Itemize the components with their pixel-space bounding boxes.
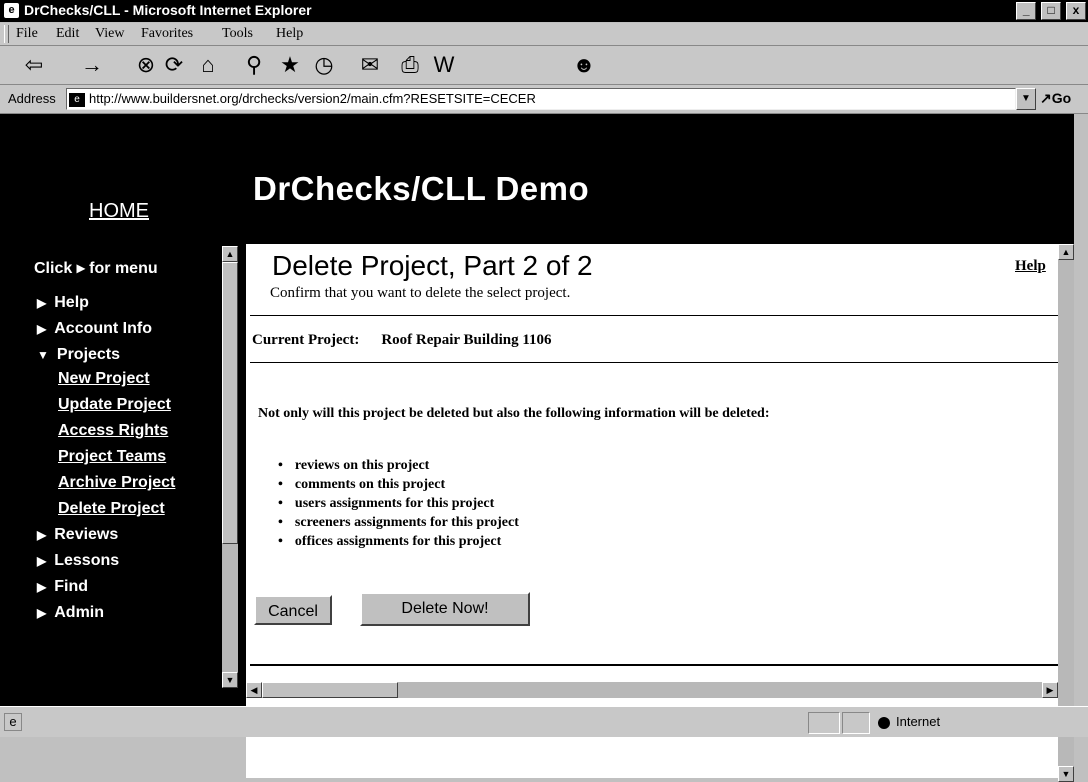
page-status-icon: e: [4, 713, 22, 731]
refresh-icon[interactable]: ⟳: [160, 52, 188, 78]
delete-now-button[interactable]: Delete Now!: [360, 592, 530, 626]
sidebar-item-admin[interactable]: ▶ Admin: [37, 604, 104, 622]
scroll-up-icon[interactable]: ▲: [222, 246, 238, 262]
list-item: comments on this project: [278, 477, 519, 496]
toolbar: ⇦ → ⊗ ⟳ ⌂ ⚲ ★ ◷ ✉ ⎙ W ☻: [0, 46, 1088, 85]
close-button[interactable]: x: [1066, 2, 1086, 20]
menu-edit[interactable]: Edit: [56, 26, 79, 42]
edit-icon[interactable]: W: [430, 52, 458, 78]
address-input[interactable]: e http://www.buildersnet.org/drchecks/ver…: [66, 88, 1016, 110]
status-bar: e Internet: [0, 706, 1088, 737]
mail-icon[interactable]: ✉: [356, 52, 384, 78]
delete-warning: Not only will this project be deleted bu…: [258, 406, 770, 421]
sidebar-scrollbar[interactable]: ▲ ▼: [222, 246, 238, 688]
sidebar-sub-new-project[interactable]: New Project: [58, 370, 150, 388]
menu-view[interactable]: View: [95, 26, 124, 42]
menu-tools[interactable]: Tools: [222, 26, 253, 42]
divider: [250, 362, 1058, 363]
address-bar: Address e http://www.buildersnet.org/drch…: [0, 85, 1088, 114]
cancel-button[interactable]: Cancel: [254, 595, 332, 625]
triangle-right-icon: ▶: [37, 528, 47, 542]
triangle-right-icon: ▶: [37, 322, 47, 336]
help-link[interactable]: Help: [1015, 258, 1046, 275]
sidebar-sub-project-teams[interactable]: Project Teams: [58, 448, 166, 466]
horizontal-scrollbar[interactable]: ◀ ▶: [246, 682, 1058, 698]
menu-favorites[interactable]: Favorites: [141, 26, 193, 42]
page-icon: e: [69, 92, 85, 107]
messenger-icon[interactable]: ☻: [570, 52, 598, 78]
address-dropdown-button[interactable]: ▼: [1016, 88, 1036, 110]
content-scrollbar[interactable]: ▲ ▼: [1058, 244, 1074, 782]
ie-logo-icon: e: [4, 3, 19, 18]
address-url: http://www.buildersnet.org/drchecks/vers…: [89, 91, 536, 106]
sidebar-menu: Click ▸ for menu ▶ Help ▶ Account Info ▼ Pr…: [0, 252, 222, 692]
list-item: reviews on this project: [278, 458, 519, 477]
horizontal-scroll-thumb[interactable]: [262, 682, 398, 698]
forward-icon[interactable]: →: [78, 52, 106, 78]
page-subtitle: Confirm that you want to delete the sele…: [270, 285, 571, 301]
divider: [250, 664, 1058, 666]
maximize-button[interactable]: □: [1041, 2, 1062, 20]
zone-label: Internet: [896, 714, 941, 729]
deleted-items-list: reviews on this project comments on this…: [278, 458, 519, 553]
current-project-label: Current Project:: [252, 332, 360, 348]
scroll-right-icon[interactable]: ▶: [1042, 682, 1058, 698]
sidebar-hint: Click ▸ for menu: [34, 260, 158, 277]
page-title: Delete Project, Part 2 of 2: [272, 250, 593, 281]
triangle-right-icon: ▶: [37, 606, 47, 620]
menu-file[interactable]: File: [16, 26, 38, 42]
sidebar-item-help[interactable]: ▶ Help: [37, 294, 89, 312]
divider: [250, 315, 1058, 316]
triangle-right-icon: ▶: [37, 296, 47, 310]
scroll-down-icon[interactable]: ▼: [222, 672, 238, 688]
menu-grip: [4, 25, 9, 43]
stop-icon[interactable]: ⊗: [132, 52, 160, 78]
window-title: DrChecks/CLL - Microsoft Internet Explor…: [24, 2, 312, 18]
window-controls: _ □ x: [1015, 2, 1086, 20]
search-icon[interactable]: ⚲: [240, 52, 268, 78]
address-label: Address: [8, 91, 56, 106]
sidebar-sub-archive-project[interactable]: Archive Project: [58, 474, 175, 492]
sidebar-item-projects[interactable]: ▼ Projects: [37, 346, 120, 364]
status-pane: [842, 712, 870, 734]
current-project: Current Project: Roof Repair Building 110…: [252, 332, 552, 349]
list-item: offices assignments for this project: [278, 534, 519, 553]
go-button[interactable]: ↗Go: [1040, 90, 1071, 107]
sidebar-item-account-info[interactable]: ▶ Account Info: [37, 320, 152, 338]
list-item: screeners assignments for this project: [278, 515, 519, 534]
sidebar-sub-update-project[interactable]: Update Project: [58, 396, 171, 414]
sidebar-scroll-thumb[interactable]: [222, 262, 238, 544]
triangle-right-icon: ▶: [37, 554, 47, 568]
sidebar-sub-delete-project[interactable]: Delete Project: [58, 500, 165, 518]
home-link[interactable]: HOME: [89, 200, 149, 223]
home-icon[interactable]: ⌂: [194, 52, 222, 78]
menu-help[interactable]: Help: [276, 26, 303, 42]
current-project-value: Roof Repair Building 1106: [381, 332, 552, 348]
scroll-up-icon[interactable]: ▲: [1058, 244, 1074, 260]
menu-bar: File Edit View Favorites Tools Help: [0, 23, 1088, 46]
back-icon[interactable]: ⇦: [20, 52, 48, 78]
globe-icon: [878, 716, 890, 729]
sidebar-item-find[interactable]: ▶ Find: [37, 578, 88, 596]
list-item: users assignments for this project: [278, 496, 519, 515]
favorites-icon[interactable]: ★: [276, 52, 304, 78]
site-brand-title: DrChecks/CLL Demo: [253, 170, 590, 207]
sidebar-item-reviews[interactable]: ▶ Reviews: [37, 526, 118, 544]
window-title-bar: e DrChecks/CLL - Microsoft Internet Expl…: [0, 0, 1088, 22]
triangle-down-icon: ▼: [37, 348, 49, 362]
minimize-button[interactable]: _: [1016, 2, 1037, 20]
triangle-right-icon: ▶: [37, 580, 47, 594]
scroll-down-icon[interactable]: ▼: [1058, 766, 1074, 782]
scroll-left-icon[interactable]: ◀: [246, 682, 262, 698]
history-icon[interactable]: ◷: [310, 52, 338, 78]
print-icon[interactable]: ⎙: [396, 52, 424, 78]
sidebar-sub-access-rights[interactable]: Access Rights: [58, 422, 168, 440]
go-label: Go: [1051, 90, 1072, 106]
sidebar-item-lessons[interactable]: ▶ Lessons: [37, 552, 119, 570]
status-pane: [808, 712, 840, 734]
security-zone: Internet: [878, 714, 940, 729]
